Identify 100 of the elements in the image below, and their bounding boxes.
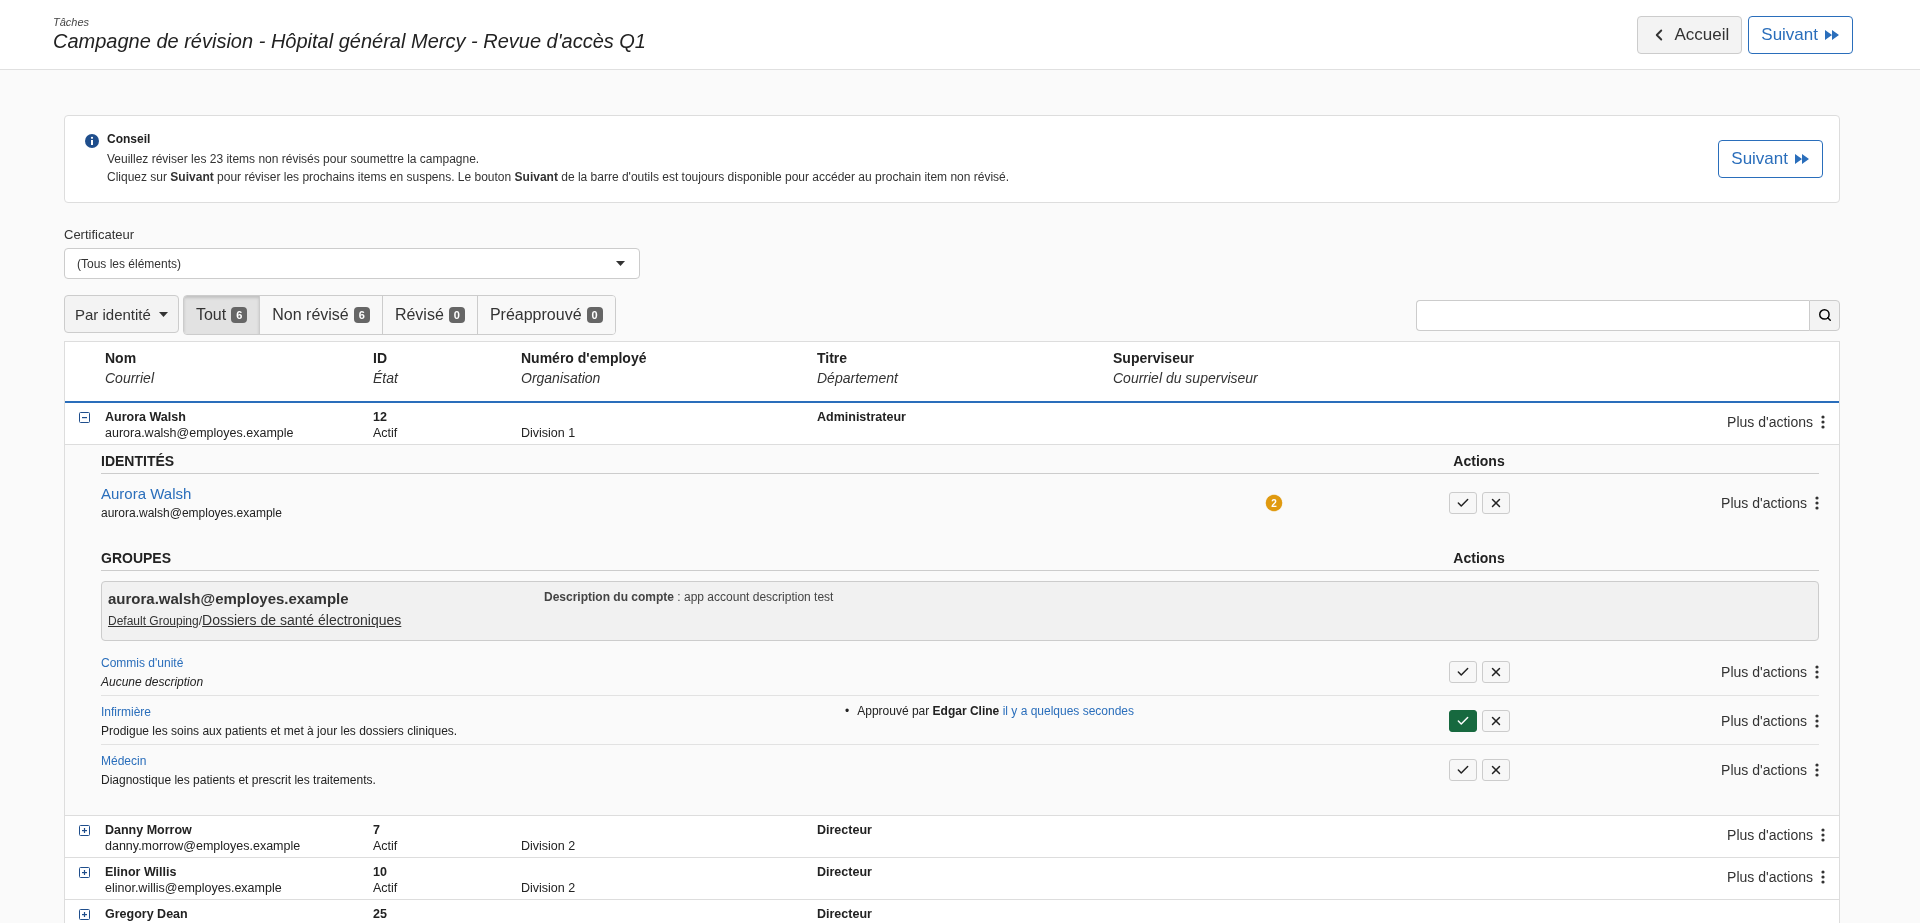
more-actions-button[interactable]: Plus d'actions (1727, 827, 1825, 843)
account-description: Description du compte : app account description test (544, 590, 835, 606)
next-button[interactable]: Suivant (1718, 140, 1823, 178)
table-cell-text: Actif (373, 838, 399, 854)
more-actions-button[interactable]: Plus d'actions (1721, 762, 1819, 778)
tip-text: Veuillez réviser les 23 items non révisés pour soumettre la campagne. (107, 151, 481, 168)
section-heading: IDENTITÉS (101, 453, 176, 469)
kebab-icon (1821, 828, 1825, 842)
column-heading: Superviseur (1113, 350, 1195, 366)
column-subheading: Département (817, 370, 900, 386)
count-badge: 6 (353, 307, 370, 323)
entitlement-link[interactable]: Commis d'unité (101, 653, 837, 673)
entitlement-link[interactable]: Médecin (101, 751, 837, 771)
more-actions-button[interactable]: Plus d'actions (1727, 414, 1825, 430)
group-by-button[interactable]: Par identité (64, 295, 179, 333)
fast-forward-icon (1794, 153, 1810, 165)
check-icon (1455, 496, 1470, 510)
certifier-select[interactable]: (Tous les éléments) (64, 248, 640, 279)
identity-link[interactable]: Aurora Walsh (101, 484, 1244, 504)
expand-icon[interactable] (79, 825, 90, 836)
column-heading: ID (373, 350, 388, 366)
kebab-icon (1815, 763, 1819, 777)
table-cell-text: Elinor Willis (105, 864, 178, 880)
kebab-icon (1815, 496, 1819, 510)
breadcrumb: Tâches (53, 16, 91, 28)
fast-forward-icon (1824, 28, 1840, 41)
kebab-icon (1815, 665, 1819, 679)
count-badge: 0 (586, 307, 603, 323)
path-link[interactable]: Default Grouping (108, 614, 199, 628)
approve-button[interactable] (1448, 710, 1477, 732)
approval-note: Approuvé par Edgar Cline il y a quelques secondes (857, 703, 1135, 720)
check-icon (1455, 714, 1470, 728)
table-cell-text: 10 (373, 864, 388, 880)
more-actions-button[interactable]: Plus d'actions (1721, 495, 1819, 511)
table-cell-text: Division 2 (521, 838, 577, 854)
more-actions-button[interactable]: Plus d'actions (1727, 869, 1825, 885)
path-link[interactable]: Dossiers de santé électroniques (202, 612, 402, 628)
entitlement-link[interactable]: Infirmière (101, 702, 837, 722)
kebab-icon (1815, 714, 1819, 728)
bullet: • (845, 703, 850, 720)
count-badge: 2 (1263, 492, 1285, 514)
table-cell-text: elinor.willis@employes.example (105, 880, 283, 896)
table-cell-text: danny.morrow@employes.example (105, 838, 302, 854)
info-icon (85, 134, 99, 148)
filter-tab[interactable]: Préapprouvé 0 (476, 296, 615, 334)
count-badge: 6 (231, 307, 248, 323)
entitlement-description: Diagnostique les patients et prescrit les traitements. (101, 772, 377, 789)
caret-icon (616, 261, 625, 266)
table-cell-text: 7 (373, 822, 381, 838)
section-heading: GROUPES (101, 550, 172, 566)
kebab-icon (1821, 870, 1825, 884)
table-cell-text: 12 (373, 409, 388, 425)
table-cell-text: Directeur (817, 906, 873, 922)
column-subheading: État (373, 370, 400, 386)
table-cell-text: Directeur (817, 822, 873, 838)
column-heading: Actions (1452, 550, 1506, 566)
filter-tab[interactable]: Tout 6 (183, 296, 260, 334)
table-cell-text: Gregory Dean (105, 906, 189, 922)
entitlement-description: Prodigue les soins aux patients et met à jour les dossiers cliniques. (101, 723, 459, 740)
column-heading: Titre (817, 350, 849, 366)
time-link[interactable]: il y a quelques secondes (1002, 704, 1135, 718)
reject-button[interactable] (1481, 759, 1510, 781)
page-title: Campagne de révision - Hôpital général Mercy - Revue d'accès Q1 (53, 30, 646, 53)
check-icon (1455, 763, 1470, 777)
count-badge: 0 (448, 307, 465, 323)
table-cell-text: Division 1 (521, 425, 577, 441)
path-separator: / (198, 614, 203, 628)
reject-button[interactable] (1481, 492, 1510, 514)
reject-button[interactable] (1481, 710, 1510, 732)
entitlement-description: Aucune description (101, 674, 205, 691)
table-cell-text: Actif (373, 880, 399, 896)
collapse-icon[interactable] (79, 412, 90, 423)
table-cell-text: Administrateur (817, 409, 907, 425)
expand-icon[interactable] (79, 909, 90, 920)
search-icon (1817, 308, 1832, 322)
table-cell-text: aurora.walsh@employes.example (105, 425, 295, 441)
kebab-icon (1821, 415, 1825, 429)
table-cell-text: 25 (373, 906, 388, 922)
check-icon (1455, 665, 1470, 679)
column-subheading: Courriel (105, 370, 156, 386)
table-cell-text: Directeur (817, 864, 873, 880)
next-button[interactable]: Suivant (1748, 15, 1853, 54)
table-cell-text: Aurora Walsh (105, 409, 187, 425)
more-actions-button[interactable]: Plus d'actions (1721, 664, 1819, 680)
column-heading: Actions (1452, 453, 1506, 469)
reject-button[interactable] (1481, 661, 1510, 683)
caret-icon (158, 311, 168, 317)
back-button[interactable]: Accueil (1637, 15, 1743, 54)
column-subheading: Organisation (521, 370, 602, 386)
column-heading: Nom (105, 350, 138, 366)
table-cell-text: Actif (373, 425, 399, 441)
column-heading: Numéro d'employé (521, 350, 648, 366)
tip-title: Conseil (107, 132, 152, 146)
table-cell-text: Danny Morrow (105, 822, 193, 838)
table-cell-text: Division 2 (521, 880, 577, 896)
more-actions-button[interactable]: Plus d'actions (1721, 713, 1819, 729)
expand-icon[interactable] (79, 867, 90, 878)
search-field[interactable] (1416, 299, 1809, 331)
identity-email: aurora.walsh@employes.example (101, 505, 283, 522)
search-button[interactable] (1809, 299, 1840, 331)
